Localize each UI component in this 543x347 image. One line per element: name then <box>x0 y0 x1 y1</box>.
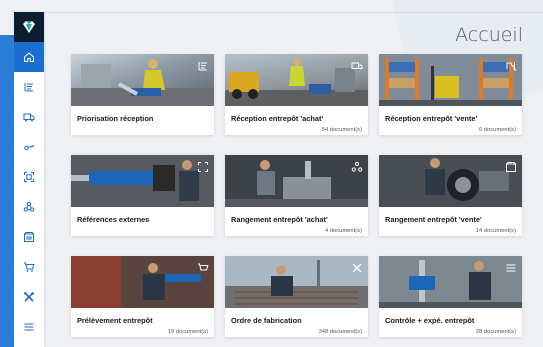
sidebar-item-archive[interactable] <box>14 222 44 252</box>
diamond-logo-icon <box>23 21 35 33</box>
tile-image <box>225 54 368 106</box>
tile-rangement-achat[interactable]: Rangement entrepôt 'achat' 4 document(s) <box>225 155 368 236</box>
tile-document-count: 4 document(s) <box>324 228 362 234</box>
worker-breaker-photo <box>71 256 214 308</box>
tools-icon <box>24 292 34 302</box>
sidebar-item-cart[interactable] <box>14 252 44 282</box>
tile-title: Références externes <box>77 215 150 224</box>
sidebar-item-priorisation[interactable] <box>14 72 44 102</box>
tile-title: Priorisation réception <box>77 114 154 123</box>
forklift-icon <box>506 62 517 71</box>
scan-icon <box>198 162 208 172</box>
tile-image <box>71 155 214 207</box>
warehouse-forklift-photo <box>379 54 522 106</box>
drill-stand-photo <box>379 256 522 308</box>
tile-image <box>71 256 214 308</box>
list-icon <box>24 323 34 331</box>
priority-list-icon <box>198 62 207 71</box>
tile-title: Réception entrepôt 'achat' <box>231 114 324 123</box>
app-logo[interactable] <box>14 12 44 42</box>
worker-cutting-photo <box>71 59 214 106</box>
cart-icon <box>24 262 35 272</box>
tile-title: Réception entrepôt 'vente' <box>385 114 478 123</box>
compactor-photo <box>379 155 522 207</box>
tile-rangement-vente[interactable]: Rangement entrepôt 'vente' 14 document(s… <box>379 155 522 236</box>
sidebar-item-tools[interactable] <box>14 282 44 312</box>
sidebar-item-list[interactable] <box>14 312 44 342</box>
sidebar-item-home[interactable] <box>14 42 44 72</box>
scan-icon <box>24 172 34 182</box>
sidebar-item-reception[interactable] <box>14 102 44 132</box>
truck-icon <box>351 62 363 69</box>
tile-document-count: 28 document(s) <box>475 329 516 335</box>
tile-image <box>225 256 368 308</box>
tile-reception-achat[interactable]: Réception entrepôt 'achat' 54 document(s… <box>225 54 368 135</box>
archive-box-icon <box>24 232 34 242</box>
tile-image <box>379 256 522 308</box>
cart-icon <box>198 263 209 271</box>
sidebar-item-scan[interactable] <box>14 162 44 192</box>
background-accent-strip <box>0 35 14 347</box>
construction-site-photo <box>225 58 368 106</box>
sidebar <box>14 12 44 347</box>
priority-list-icon <box>24 83 33 92</box>
network-icon <box>23 201 35 212</box>
tile-title: Prélèvement entrepôt <box>77 316 153 325</box>
tools-icon <box>352 263 362 273</box>
tile-document-count: 54 document(s) <box>321 127 362 133</box>
truck-icon <box>23 113 35 122</box>
tile-image <box>71 54 214 106</box>
sidebar-item-network[interactable] <box>14 192 44 222</box>
rebar-worker-photo <box>225 256 368 308</box>
tile-references-externes[interactable]: Références externes <box>71 155 214 236</box>
tile-title: Ordre de fabrication <box>231 316 302 325</box>
tile-title: Rangement entrepôt 'vente' <box>385 215 482 224</box>
key-icon <box>24 145 35 151</box>
home-icon <box>24 52 34 62</box>
network-icon <box>351 161 363 172</box>
top-divider <box>44 12 543 13</box>
worker-machine-photo <box>225 155 368 207</box>
tile-ordre-fabrication[interactable]: Ordre de fabrication 348 document(s) <box>225 256 368 337</box>
page-title: Accueil <box>455 24 523 46</box>
list-icon <box>506 264 516 272</box>
tile-image <box>379 54 522 106</box>
tile-prelevement-entrepot[interactable]: Prélèvement entrepôt 19 document(s) <box>71 256 214 337</box>
tile-reception-vente[interactable]: Réception entrepôt 'vente' 6 document(s) <box>379 54 522 135</box>
tile-document-count: 19 document(s) <box>167 329 208 335</box>
tile-priorisation-reception[interactable]: Priorisation réception <box>71 54 214 135</box>
sidebar-item-keys[interactable] <box>14 132 44 162</box>
tile-controle-expe[interactable]: Contrôle + expé. entrepôt 28 document(s) <box>379 256 522 337</box>
tile-title: Contrôle + expé. entrepôt <box>385 316 475 325</box>
tile-document-count: 6 document(s) <box>478 127 516 133</box>
tile-title: Rangement entrepôt 'achat' <box>231 215 328 224</box>
tile-image <box>379 155 522 207</box>
tile-document-count: 348 document(s) <box>318 329 363 335</box>
tile-image <box>225 155 368 207</box>
core-drill-photo <box>71 155 214 207</box>
archive-box-icon <box>506 162 516 172</box>
tile-document-count: 14 document(s) <box>475 228 516 234</box>
